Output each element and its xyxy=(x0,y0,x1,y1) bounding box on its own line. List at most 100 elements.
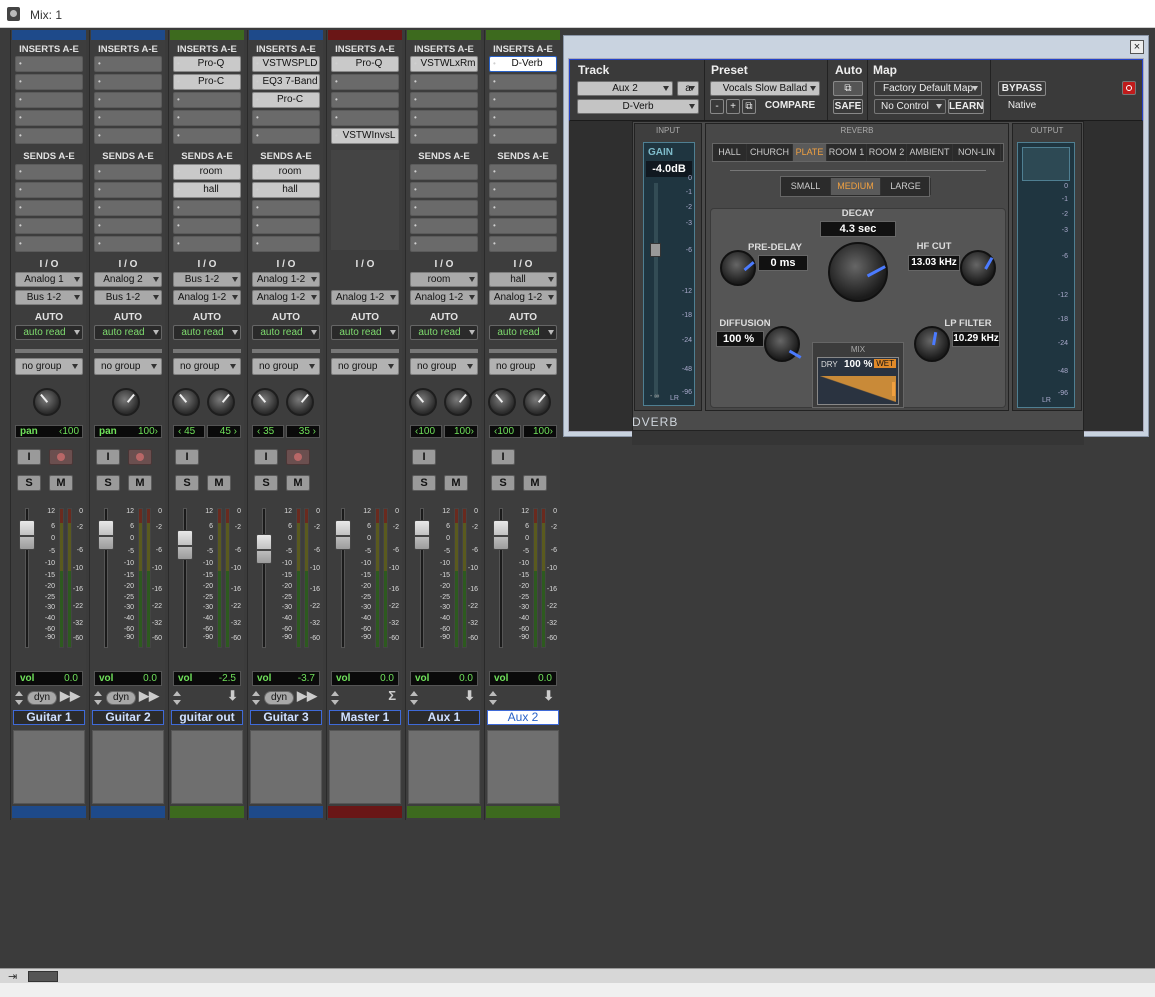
gain-slider[interactable] xyxy=(650,243,661,257)
automation-mode-select[interactable]: auto read xyxy=(15,325,83,340)
send-slot[interactable] xyxy=(15,164,83,180)
input-select[interactable]: Analog 2 xyxy=(94,272,162,287)
solo-button[interactable]: S xyxy=(254,475,278,491)
safe-button[interactable]: SAFE xyxy=(833,99,863,114)
solo-button[interactable]: S xyxy=(175,475,199,491)
insert-slot[interactable] xyxy=(173,110,241,126)
insert-slot[interactable] xyxy=(15,92,83,108)
send-slot[interactable] xyxy=(252,200,320,216)
send-slot[interactable] xyxy=(489,182,557,198)
pan-knob[interactable] xyxy=(33,388,61,416)
map-select[interactable]: Factory Default Map xyxy=(874,81,982,96)
hfcut-knob[interactable] xyxy=(960,250,996,286)
mute-button[interactable]: M xyxy=(49,475,73,491)
output-select[interactable]: Bus 1-2 xyxy=(15,290,83,305)
insert-slot[interactable] xyxy=(252,110,320,126)
size-button[interactable]: SMALL xyxy=(781,178,831,195)
record-button[interactable] xyxy=(128,449,152,465)
automation-mode-select[interactable]: auto read xyxy=(252,325,320,340)
insert-slot[interactable]: Pro-Q xyxy=(331,56,399,72)
lpfilter-knob[interactable] xyxy=(914,326,950,362)
send-slot[interactable] xyxy=(94,200,162,216)
record-button[interactable] xyxy=(286,449,310,465)
send-slot[interactable]: room xyxy=(252,164,320,180)
send-slot[interactable] xyxy=(489,164,557,180)
power-icon[interactable] xyxy=(1122,81,1136,95)
output-route-icon[interactable]: ⬇ xyxy=(227,688,238,704)
send-slot[interactable] xyxy=(410,200,478,216)
view-menu-icon[interactable] xyxy=(28,971,58,982)
input-monitor-button[interactable]: I xyxy=(412,449,436,465)
insert-slot[interactable] xyxy=(15,56,83,72)
auto-window-icon[interactable]: ⧉ xyxy=(833,81,863,96)
pan-left-knob[interactable] xyxy=(488,388,516,416)
output-select[interactable]: Analog 1-2 xyxy=(331,290,399,305)
pan-left-knob[interactable] xyxy=(409,388,437,416)
input-monitor-button[interactable]: I xyxy=(17,449,41,465)
send-slot[interactable] xyxy=(410,218,478,234)
output-select[interactable]: Analog 1-2 xyxy=(410,290,478,305)
dyn-button[interactable]: dyn xyxy=(264,691,294,705)
output-route-icon[interactable]: ⬇ xyxy=(543,688,554,704)
comments-box[interactable] xyxy=(408,730,480,804)
group-select[interactable]: no group xyxy=(489,358,557,375)
send-slot[interactable] xyxy=(15,218,83,234)
send-slot[interactable]: hall xyxy=(173,182,241,198)
group-select[interactable]: no group xyxy=(94,358,162,375)
copy-icon[interactable]: ⧉ xyxy=(742,99,756,114)
insert-slot[interactable] xyxy=(94,74,162,90)
track-name[interactable]: Aux 1 xyxy=(408,710,480,725)
pan-right-knob[interactable] xyxy=(286,388,314,416)
track-letter-select[interactable]: a xyxy=(677,81,699,96)
insert-slot[interactable] xyxy=(489,92,557,108)
insert-slot[interactable]: D-Verb xyxy=(489,56,557,72)
track-name[interactable]: Guitar 2 xyxy=(92,710,164,725)
dyn-button[interactable]: dyn xyxy=(27,691,57,705)
insert-slot[interactable]: Pro-C xyxy=(252,92,320,108)
pan-left-knob[interactable] xyxy=(251,388,279,416)
send-slot[interactable] xyxy=(173,236,241,252)
input-select[interactable]: Bus 1-2 xyxy=(173,272,241,287)
send-slot[interactable] xyxy=(15,236,83,252)
insert-slot[interactable]: EQ3 7-Band xyxy=(252,74,320,90)
algorithm-button[interactable]: NON-LIN xyxy=(953,144,1001,161)
input-select[interactable]: Analog 1-2 xyxy=(252,272,320,287)
pan-left-knob[interactable] xyxy=(172,388,200,416)
send-slot[interactable] xyxy=(410,182,478,198)
insert-slot[interactable] xyxy=(173,128,241,144)
output-route-icon[interactable]: ⬇ xyxy=(464,688,475,704)
insert-slot[interactable] xyxy=(410,74,478,90)
insert-slot[interactable] xyxy=(15,110,83,126)
solo-button[interactable]: S xyxy=(96,475,120,491)
algorithm-button[interactable]: ROOM 1 xyxy=(827,144,867,161)
output-select[interactable]: Analog 1-2 xyxy=(173,290,241,305)
track-name[interactable]: Guitar 1 xyxy=(13,710,85,725)
stepper-arrows[interactable] xyxy=(252,691,260,705)
insert-slot[interactable]: VSTWLxRm xyxy=(410,56,478,72)
send-slot[interactable] xyxy=(94,182,162,198)
pan-right-knob[interactable] xyxy=(444,388,472,416)
insert-slot[interactable] xyxy=(489,74,557,90)
input-monitor-button[interactable]: I xyxy=(175,449,199,465)
preset-prev-button[interactable]: - xyxy=(710,99,724,114)
track-name[interactable]: Guitar 3 xyxy=(250,710,322,725)
track-name[interactable]: Aux 2 xyxy=(487,710,559,725)
insert-slot[interactable] xyxy=(15,74,83,90)
insert-slot[interactable] xyxy=(410,128,478,144)
stepper-arrows[interactable] xyxy=(173,691,181,705)
send-slot[interactable] xyxy=(94,236,162,252)
expand-icon[interactable]: ⇥ xyxy=(8,970,17,983)
learn-button[interactable]: LEARN xyxy=(948,99,984,114)
preset-next-button[interactable]: + xyxy=(726,99,740,114)
output-route-icon[interactable]: ▶▶ xyxy=(139,688,159,704)
insert-select[interactable]: D-Verb xyxy=(577,99,699,114)
send-slot[interactable] xyxy=(15,182,83,198)
comments-box[interactable] xyxy=(92,730,164,804)
output-select[interactable]: Analog 1-2 xyxy=(489,290,557,305)
mute-button[interactable]: M xyxy=(523,475,547,491)
comments-box[interactable] xyxy=(250,730,322,804)
insert-slot[interactable] xyxy=(15,128,83,144)
mute-button[interactable]: M xyxy=(207,475,231,491)
send-slot[interactable] xyxy=(489,236,557,252)
output-route-icon[interactable]: Σ xyxy=(388,688,396,703)
